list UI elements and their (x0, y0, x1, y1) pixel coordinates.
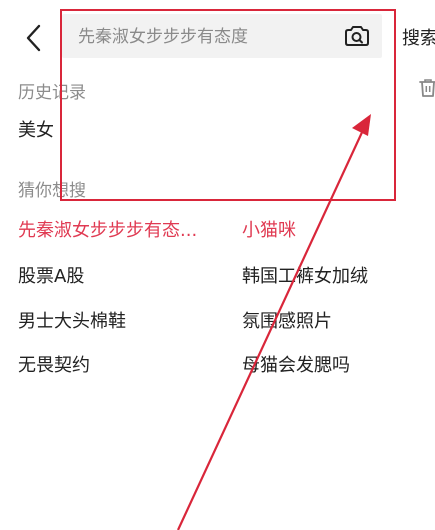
trash-icon (419, 79, 435, 97)
camera-search-button[interactable] (344, 24, 370, 48)
chevron-left-icon (26, 24, 41, 52)
guess-item[interactable]: 股票A股 (18, 262, 84, 288)
search-box[interactable] (62, 14, 382, 60)
guess-title: 猜你想搜 (18, 181, 86, 201)
search-button[interactable]: 搜索 (402, 24, 435, 50)
guess-item[interactable]: 小猫咪 (242, 216, 296, 242)
camera-search-icon (345, 26, 369, 46)
guess-item[interactable]: 氛围感照片 (242, 307, 332, 333)
guess-item[interactable]: 男士大头棉鞋 (18, 307, 126, 333)
guess-item[interactable]: 韩国工裤女加绒 (242, 262, 368, 288)
history-title: 历史记录 (18, 83, 86, 103)
guess-item[interactable]: 母猫会发腮吗 (242, 351, 350, 377)
search-input[interactable] (76, 14, 330, 60)
clear-history-button[interactable] (419, 78, 435, 98)
guess-item[interactable]: 无畏契约 (18, 351, 90, 377)
history-item[interactable]: 美女 (18, 116, 54, 142)
guess-item[interactable]: 先秦淑女步步步有态... (18, 216, 197, 242)
back-button[interactable] (20, 22, 48, 54)
